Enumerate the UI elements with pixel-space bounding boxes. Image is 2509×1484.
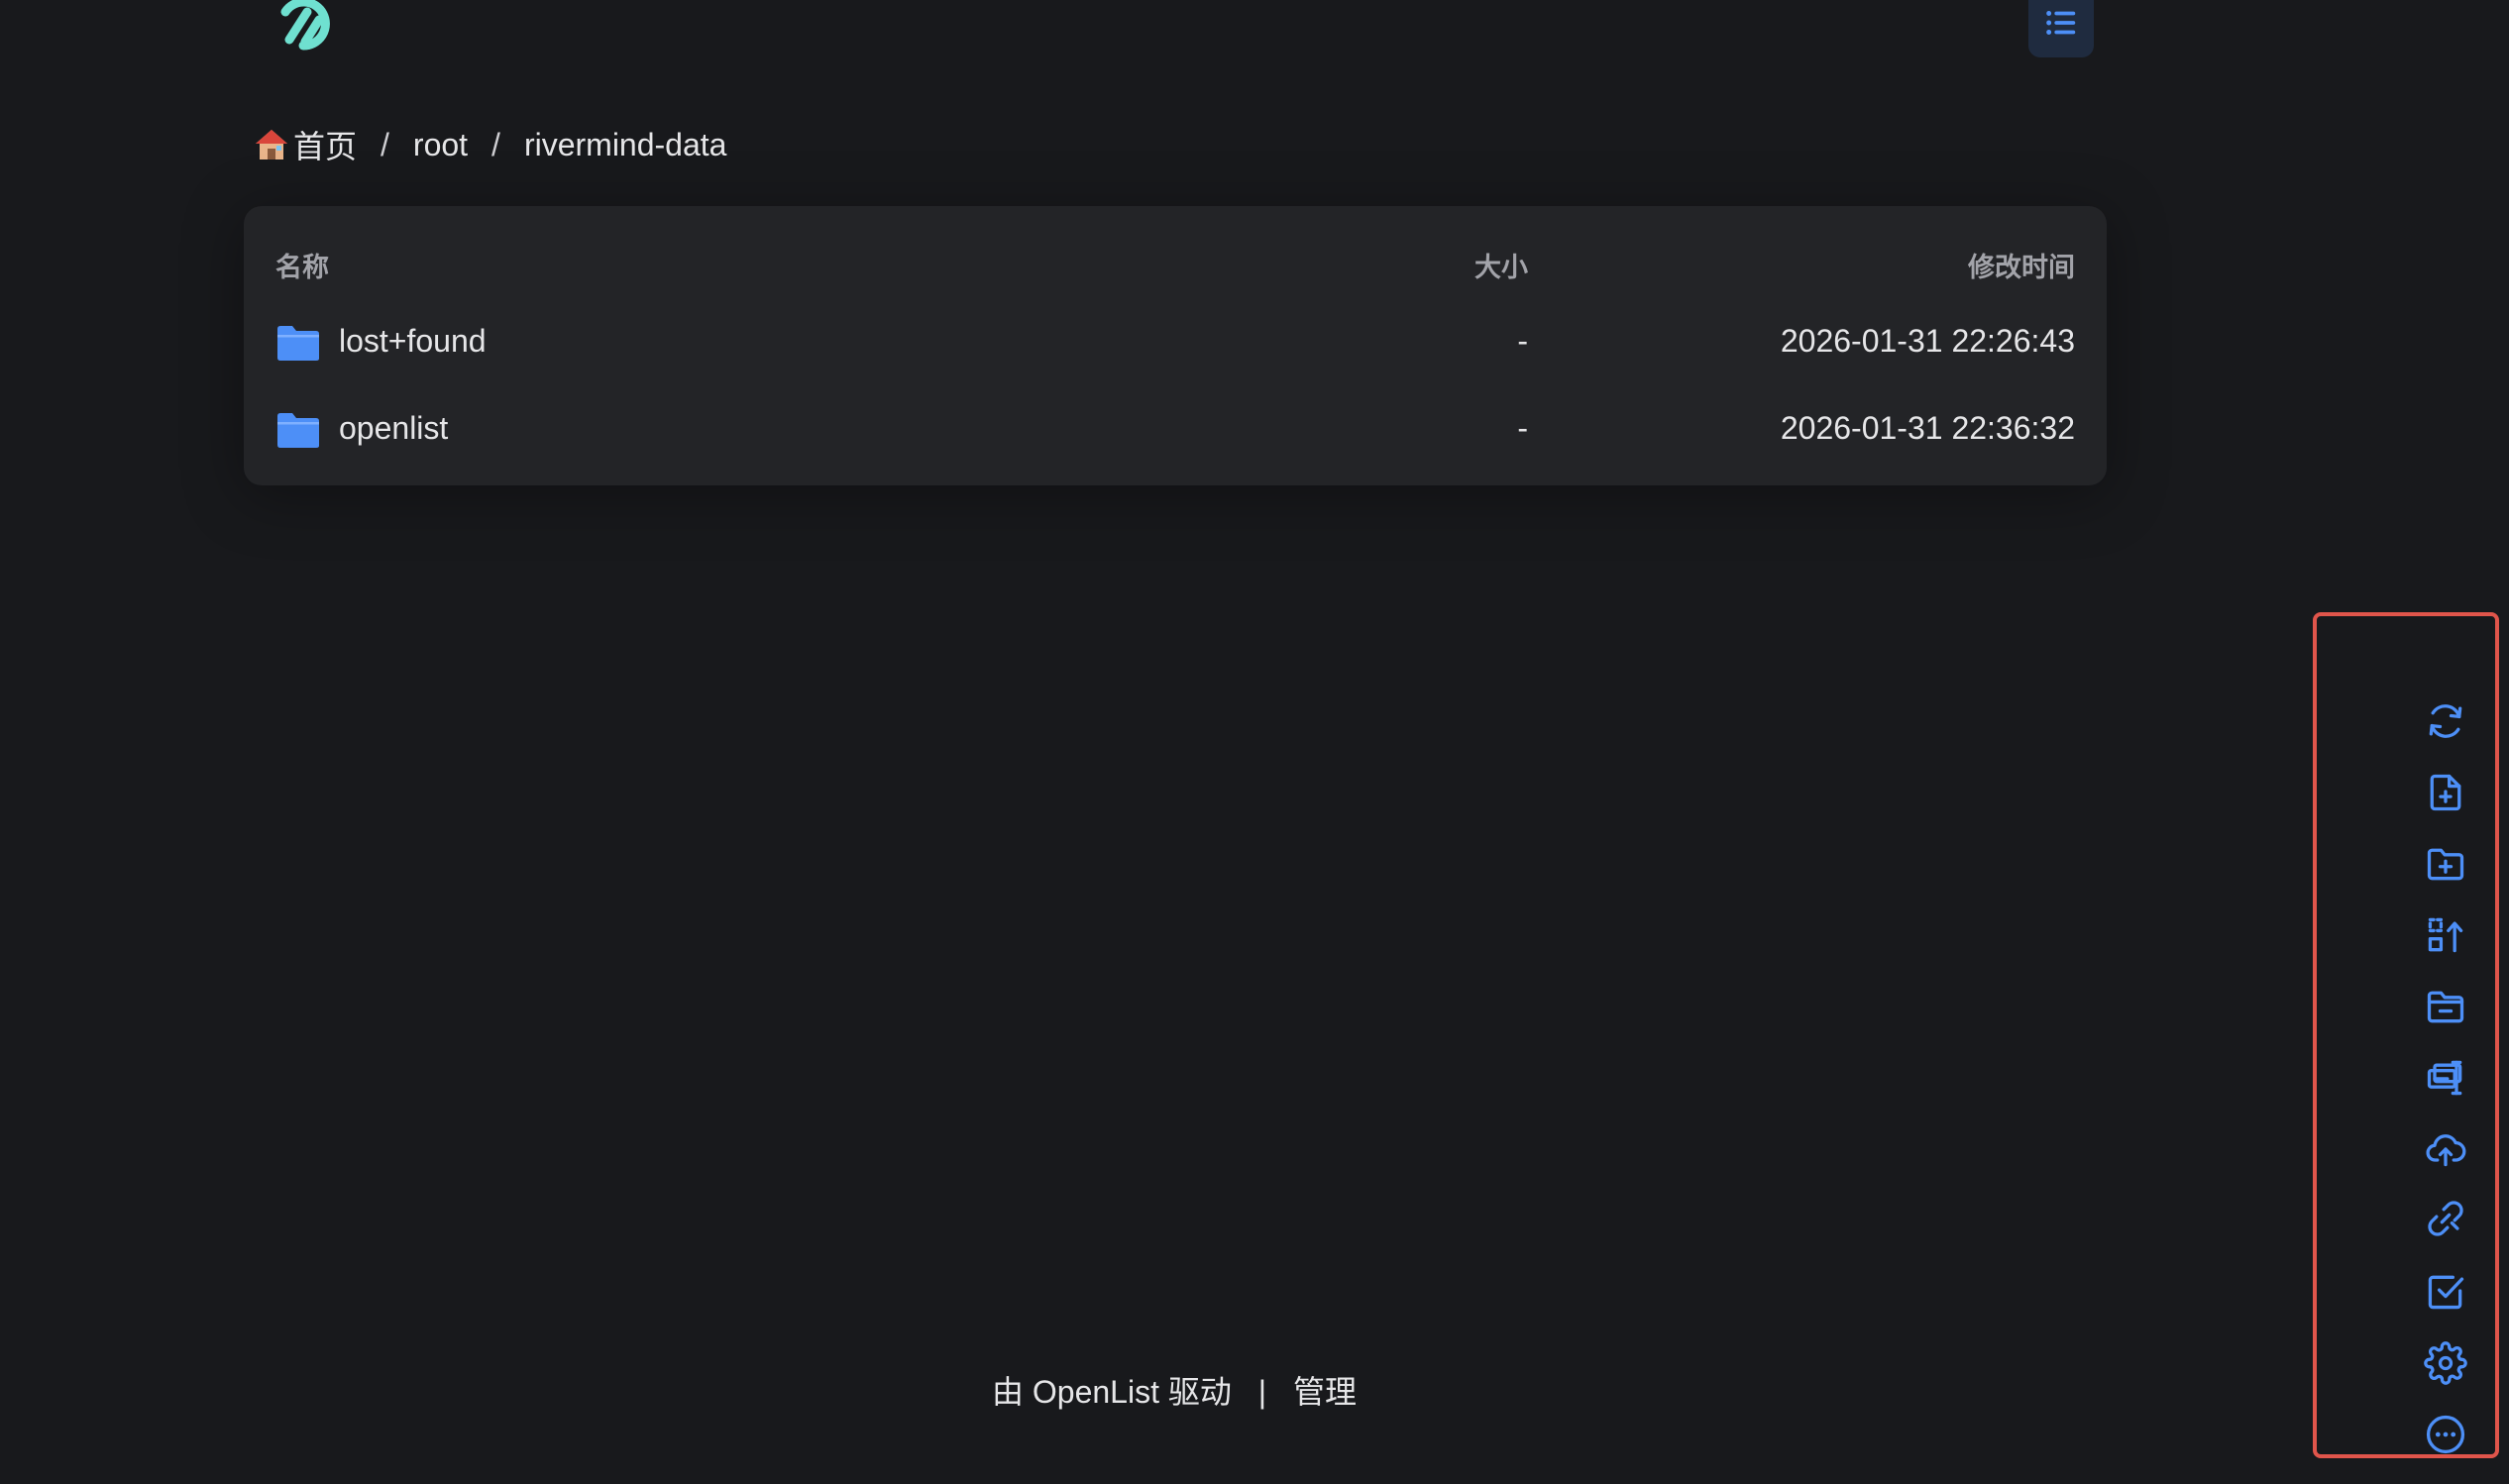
file-modified: 2026-01-31 22:36:32 <box>1780 410 2075 446</box>
file-size: - <box>1517 410 1528 446</box>
folder-icon <box>277 326 319 361</box>
new-folder-button[interactable] <box>2422 840 2469 888</box>
remove-empty-folder-icon <box>2427 991 2464 1023</box>
new-file-icon <box>2430 774 2461 811</box>
file-name[interactable]: openlist <box>339 410 448 447</box>
more-button[interactable] <box>2422 1411 2469 1458</box>
column-header-name[interactable]: 名称 <box>275 246 329 284</box>
openlist-logo-icon[interactable] <box>264 0 343 61</box>
upload-icon <box>2426 1134 2466 1167</box>
file-name[interactable]: lost+found <box>339 323 487 360</box>
batch-rename-icon <box>2427 1060 2462 1096</box>
settings-button[interactable] <box>2422 1339 2469 1387</box>
breadcrumb-separator: / <box>491 126 500 162</box>
breadcrumb-home-label: 首页 <box>293 129 358 164</box>
new-folder-icon <box>2427 848 2464 881</box>
list-icon <box>2046 11 2076 35</box>
table-row[interactable]: lost+found - 2026-01-31 22:26:43 <box>244 303 2107 382</box>
footer-separator: | <box>1257 1374 1267 1410</box>
upload-button[interactable] <box>2422 1125 2469 1173</box>
file-size: - <box>1517 323 1528 359</box>
more-icon <box>2426 1415 2465 1454</box>
select-button[interactable] <box>2422 1268 2469 1316</box>
recursive-move-icon <box>2428 917 2463 953</box>
breadcrumb: 首页 / root / rivermind-data <box>254 121 726 168</box>
refresh-button[interactable] <box>2422 697 2469 745</box>
breadcrumb-separator: / <box>381 126 389 162</box>
column-header-size[interactable]: 大小 <box>1393 246 1528 284</box>
refresh-icon <box>2429 704 2462 738</box>
footer: 由 OpenList 驱动 | 管理 <box>0 1367 2348 1413</box>
folder-icon <box>277 413 319 448</box>
breadcrumb-item-root[interactable]: root <box>413 127 468 163</box>
breadcrumb-home[interactable]: 首页 <box>254 122 357 167</box>
new-file-button[interactable] <box>2422 769 2469 816</box>
table-row[interactable]: openlist - 2026-01-31 22:36:32 <box>244 390 2107 470</box>
column-header-modified[interactable]: 修改时间 <box>1968 246 2075 284</box>
recursive-move-button[interactable] <box>2422 911 2469 959</box>
batch-rename-button[interactable] <box>2422 1054 2469 1102</box>
breadcrumb-item-current[interactable]: rivermind-data <box>524 127 727 163</box>
house-icon <box>256 130 287 159</box>
powered-by-link[interactable]: 由 OpenList 驱动 <box>992 1374 1232 1410</box>
file-modified: 2026-01-31 22:26:43 <box>1780 323 2075 359</box>
list-view-toggle-button[interactable] <box>2028 0 2094 57</box>
select-icon <box>2428 1275 2464 1310</box>
remove-empty-folder-button[interactable] <box>2422 983 2469 1030</box>
settings-icon <box>2424 1341 2467 1385</box>
offline-download-button[interactable] <box>2422 1195 2469 1242</box>
toolbar-highlight <box>2313 612 2499 1458</box>
file-list: 名称 大小 修改时间 lost+found - 2026-01-31 22:26… <box>244 206 2107 485</box>
manage-link[interactable]: 管理 <box>1293 1374 1357 1410</box>
offline-download-icon <box>2428 1201 2463 1236</box>
